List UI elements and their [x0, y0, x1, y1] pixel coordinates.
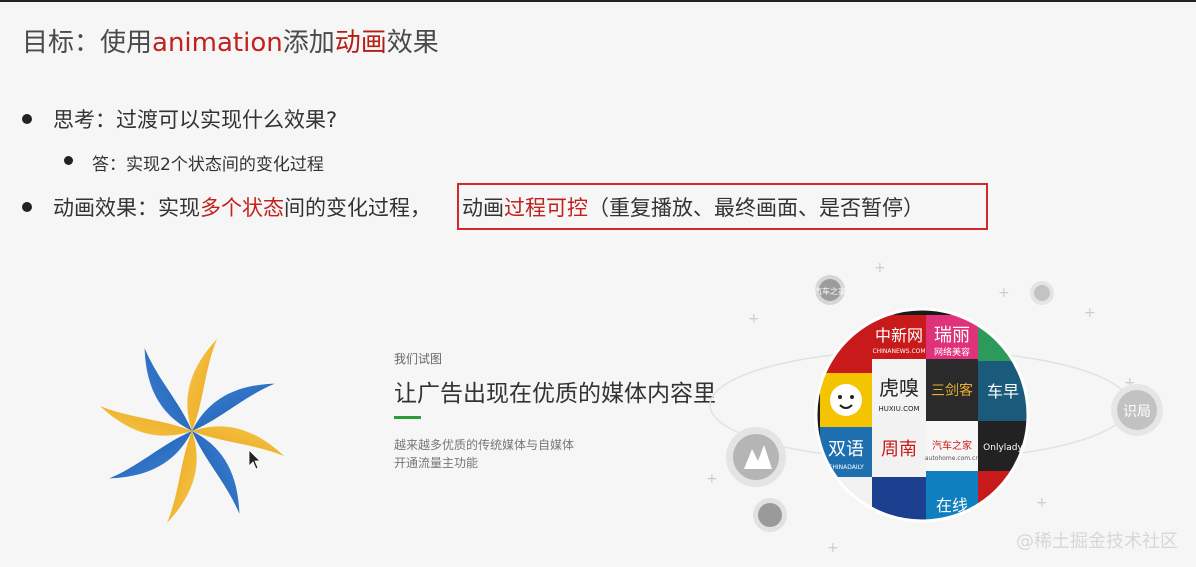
orbit-icon-topleft: 汽车之家	[814, 275, 846, 305]
box-prefix: 动画	[462, 196, 504, 220]
title-middle: 添加	[282, 28, 335, 58]
mouse-cursor-icon	[248, 449, 261, 470]
media-circle-graphic: +++ +++ +++ 汽车之家 识局 中新网 CHINANEWS.COM 瑞丽…	[706, 260, 1163, 556]
box-highlight: 过程可控	[504, 196, 588, 220]
title-keyword-donghua: 动画	[334, 28, 387, 58]
b3-prefix: 动画效果：实现	[53, 196, 200, 220]
svg-text:+: +	[706, 471, 718, 487]
tile-onlylady-text: Onlylady	[983, 443, 1023, 453]
title-prefix: 目标：使用	[22, 28, 153, 58]
tile-huxiu-text: 虎嗅	[879, 376, 919, 400]
bullet-animation-text: 动画效果：实现多个状态间的变化过程，	[53, 196, 431, 220]
bullet-think-text: 思考：过渡可以实现什么效果?	[53, 108, 338, 132]
orbit-label-left-top: 汽车之家	[814, 286, 846, 296]
tile-green	[978, 315, 1028, 361]
ad-accent-line	[394, 416, 421, 419]
bullet-think: 思考：过渡可以实现什么效果?	[22, 104, 337, 134]
bullet-animation-effect: 动画效果：实现多个状态间的变化过程，	[22, 192, 431, 222]
highlight-box-text: 动画过程可控（重复播放、最终画面、是否暂停）	[462, 192, 924, 222]
tile-bottom-left	[820, 477, 872, 521]
slide-title: 目标：使用animation添加动画效果	[22, 22, 439, 59]
tile-sanjianke-text: 三剑客	[931, 382, 973, 399]
svg-text:+: +	[874, 260, 886, 276]
tile-huxiu-sub: HUXIU.COM	[878, 405, 919, 413]
tile-zhongxin-text: 中新网	[875, 326, 923, 345]
title-keyword-animation: animation	[152, 28, 283, 58]
title-suffix: 效果	[386, 28, 439, 58]
orbit-icon-left	[726, 427, 786, 487]
ad-kicker: 我们试图	[394, 352, 443, 366]
bullet-answer-text: 答：实现2个状态间的变化过程	[92, 155, 324, 175]
ad-description-line1: 越来越多优质的传统媒体与自媒体	[394, 438, 575, 452]
tile-zhongxin-sub: CHINANEWS.COM	[872, 348, 925, 355]
tile-shuangyu-sub: CHINADAILY	[828, 464, 864, 471]
ad-title: 让广告出现在优质的媒体内容里	[394, 381, 716, 407]
watermark: @稀土掘金技术社区	[1016, 531, 1178, 552]
box-suffix: （重复播放、最终画面、是否暂停）	[588, 196, 924, 220]
bullet-dot-icon	[64, 156, 73, 165]
orbit-icon-topright	[1030, 281, 1054, 305]
bullet-dot-icon	[22, 202, 32, 212]
tile-autohome-sub: autohome.com.cn	[925, 455, 979, 462]
top-border	[0, 0, 1196, 2]
svg-text:+: +	[827, 540, 839, 556]
orbit-icon-bottomleft	[753, 498, 787, 532]
tile-autohome-text: 汽车之家	[932, 439, 972, 452]
svg-text:+: +	[748, 311, 760, 327]
svg-text:+: +	[998, 285, 1010, 301]
bullet-answer: 答：实现2个状态间的变化过程	[64, 150, 324, 175]
b3-suffix: 间的变化过程，	[284, 196, 431, 220]
tile-zhounan-text: 周南	[881, 439, 917, 460]
pinwheel-logo	[100, 339, 284, 523]
ad-description-line2: 开通流量主功能	[394, 456, 479, 470]
svg-text:+: +	[1036, 495, 1048, 511]
tile-chezao-text: 车早	[987, 382, 1019, 401]
tile-ruili-sub: 网络美容	[934, 346, 970, 358]
svg-text:+: +	[1084, 305, 1096, 321]
media-mosaic: 中新网 CHINANEWS.COM 瑞丽 网络美容 虎嗅 HUXIU.COM 三…	[816, 309, 1028, 521]
tile-ruili-text: 瑞丽	[934, 325, 970, 346]
b3-highlight: 多个状态	[200, 196, 284, 220]
bullet-dot-icon	[22, 114, 32, 124]
orbit-icon-right: 识局	[1111, 384, 1163, 436]
tile-shuangyu-text: 双语	[828, 439, 864, 460]
orbit-label-right: 识局	[1123, 404, 1151, 420]
